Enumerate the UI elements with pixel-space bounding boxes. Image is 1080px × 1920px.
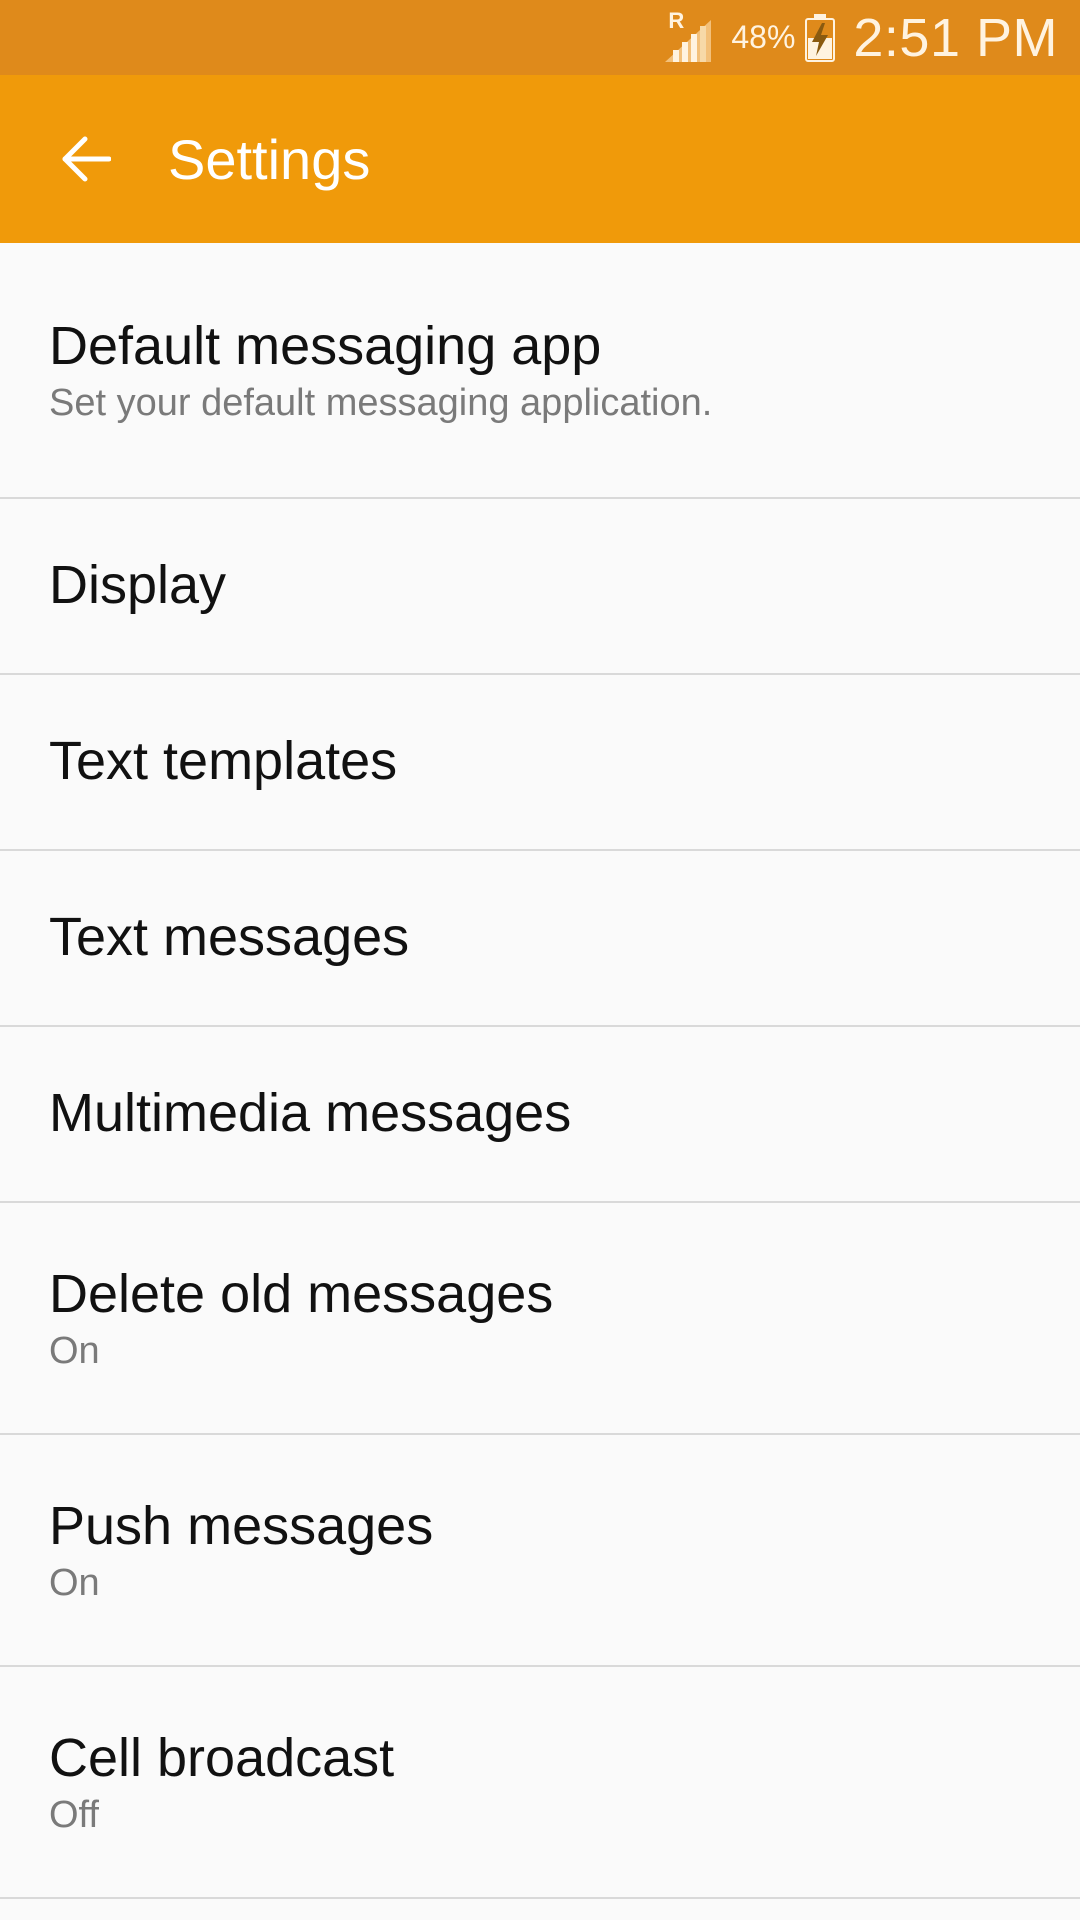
setting-title: Text messages	[49, 907, 410, 968]
setting-title: Default messaging app	[49, 315, 602, 376]
setting-default-messaging-app[interactable]: Default messaging app Set your default m…	[0, 243, 1080, 499]
app-bar: Settings	[0, 75, 1080, 243]
setting-title: Delete old messages	[49, 1263, 554, 1324]
setting-status: Off	[49, 1794, 99, 1837]
setting-display[interactable]: Display	[0, 499, 1080, 675]
arrow-back-icon	[62, 136, 111, 182]
setting-status: On	[49, 1562, 100, 1605]
settings-list: Default messaging app Set your default m…	[0, 243, 1080, 1899]
setting-multimedia-messages[interactable]: Multimedia messages	[0, 1027, 1080, 1203]
setting-subtitle: Set your default messaging application.	[49, 382, 713, 425]
setting-delete-old-messages[interactable]: Delete old messages On	[0, 1203, 1080, 1435]
setting-push-messages[interactable]: Push messages On	[0, 1435, 1080, 1667]
status-bar: R 48% 2:51 PM	[0, 0, 1080, 75]
setting-text-templates[interactable]: Text templates	[0, 675, 1080, 851]
setting-title: Display	[49, 555, 227, 616]
setting-title: Cell broadcast	[49, 1727, 395, 1788]
setting-text-messages[interactable]: Text messages	[0, 851, 1080, 1027]
setting-status: On	[49, 1330, 100, 1373]
setting-title: Push messages	[49, 1495, 434, 1556]
back-button[interactable]	[40, 114, 130, 204]
signal-icon: R	[665, 9, 715, 62]
clock: 2:51 PM	[853, 7, 1058, 68]
page-title: Settings	[168, 127, 371, 191]
setting-title: Text templates	[49, 731, 398, 792]
setting-title: Multimedia messages	[49, 1083, 572, 1144]
battery-charging-icon	[805, 13, 836, 62]
battery-percent: 48%	[731, 19, 796, 55]
setting-cell-broadcast[interactable]: Cell broadcast Off	[0, 1667, 1080, 1899]
